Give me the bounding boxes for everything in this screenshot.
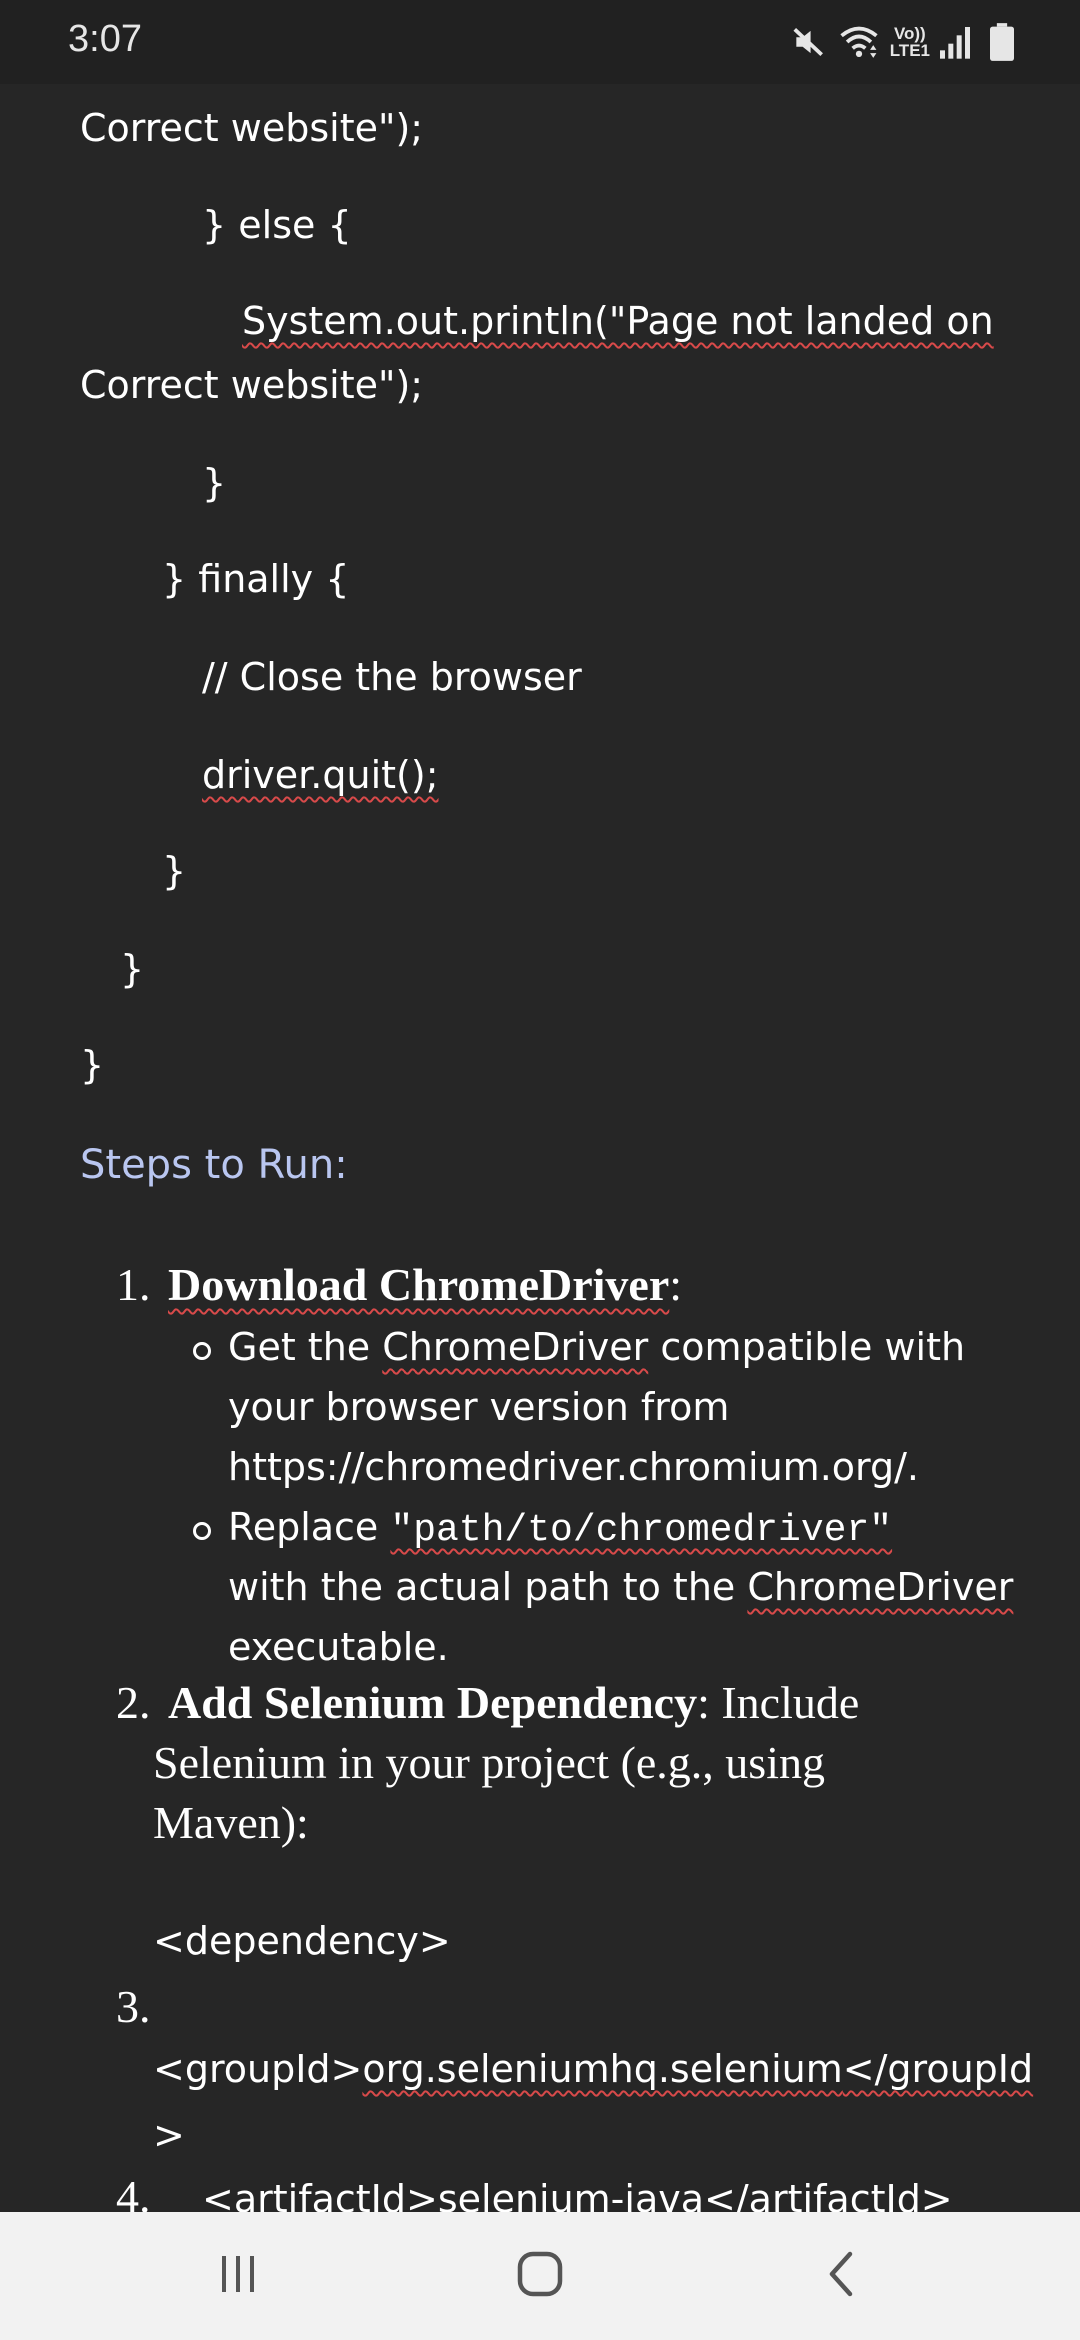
navigation-bar: [0, 2212, 1080, 2340]
status-bar: 3:07 Vo)) LTE1: [0, 0, 1080, 84]
step-2-line: Selenium in your project (e.g., using: [153, 1737, 825, 1788]
mute-icon: [790, 23, 828, 61]
home-icon: [515, 2249, 565, 2304]
chromedriver-path-code: "path/to/chromedriver": [390, 1509, 893, 1552]
xml-groupid-line: <groupId>org.seleniumhq.selenium</groupI…: [153, 2046, 1033, 2092]
chromedriver-url: https://chromedriver.chromium.org/.: [228, 1445, 919, 1489]
code-line: // Close the browser: [202, 655, 582, 699]
step-1-text: Download ChromeDriver:: [168, 1262, 682, 1308]
volte-text: Vo)): [893, 24, 926, 43]
signal-icon: [940, 25, 970, 59]
code-line: }: [120, 947, 145, 991]
xml-value: org.seleniumhq.selenium: [362, 2047, 843, 2091]
steps-heading: Steps to Run:: [80, 1142, 348, 1188]
code-text: driver.quit();: [202, 753, 439, 797]
code-text: System.out.println("Page not landed on: [242, 299, 994, 343]
recents-button[interactable]: [178, 2236, 298, 2316]
step-3-number: 3.: [116, 1981, 151, 2032]
chromedriver-text: ChromeDriver: [747, 1565, 1014, 1609]
step-2-suffix: : Include: [697, 1677, 860, 1728]
bullet-text: with the actual path to the: [228, 1565, 748, 1609]
wifi-icon: [838, 23, 880, 61]
step-1-title: Download ChromeDriver: [168, 1259, 670, 1310]
lte-indicator: Vo)) LTE1: [890, 25, 930, 59]
bullet-line: with the actual path to the ChromeDriver: [228, 1564, 1013, 1610]
xml-artifact-text: <artifactId>selenium-java</artifactId>: [202, 2177, 953, 2212]
chromedriver-text: ChromeDriver: [382, 1325, 649, 1369]
bullet-text: Replace: [228, 1505, 391, 1549]
xml-groupid-wrap: >: [153, 2113, 185, 2157]
bullet-text: Get the: [228, 1325, 383, 1369]
bullet-marker: [193, 1342, 211, 1360]
back-icon: [820, 2249, 864, 2304]
home-button[interactable]: [480, 2236, 600, 2316]
code-line: }: [202, 461, 227, 505]
code-line: driver.quit();: [202, 752, 439, 798]
step-4-number: 4.: [116, 2171, 151, 2213]
bullet-line: Get the ChromeDriver compatible with: [228, 1324, 965, 1370]
bullet-text: compatible with: [648, 1325, 966, 1369]
battery-icon: [990, 23, 1014, 61]
step-1-number: 1.: [116, 1259, 151, 1310]
bullet-line: executable.: [228, 1625, 449, 1669]
step-2-title: Add Selenium Dependency: [168, 1677, 698, 1728]
status-icons: Vo)) LTE1: [790, 20, 1014, 64]
xml-tag: </groupId: [842, 2047, 1034, 2091]
code-line: } finally {: [162, 557, 350, 601]
xml-tag: <groupId>: [153, 2047, 363, 2091]
back-button[interactable]: [782, 2236, 902, 2316]
code-line: Correct website");: [80, 363, 424, 407]
step-2-text: Add Selenium Dependency: Include: [168, 1680, 859, 1726]
step-2-line: Maven):: [153, 1797, 309, 1848]
xml-dependency-line: <dependency>: [153, 1919, 451, 1963]
bullet-line: your browser version from: [228, 1385, 730, 1429]
status-time: 3:07: [68, 18, 142, 60]
document-view[interactable]: Correct website"); } else { System.out.p…: [0, 0, 1080, 2212]
code-line: Correct website");: [80, 106, 424, 150]
xml-artifact-line: <artifactId>selenium-java</artifactId>: [202, 2176, 953, 2212]
step-1-suffix: :: [669, 1259, 683, 1310]
code-line: }: [162, 849, 187, 893]
bullet-marker: [193, 1522, 211, 1540]
code-line: System.out.println("Page not landed on: [242, 298, 994, 344]
code-line: } else {: [202, 203, 352, 247]
step-2-number: 2.: [116, 1677, 151, 1728]
recents-icon: [216, 2252, 260, 2301]
bullet-line: Replace "path/to/chromedriver": [228, 1504, 892, 1554]
code-line: }: [80, 1043, 105, 1087]
lte-text: LTE1: [889, 41, 930, 60]
